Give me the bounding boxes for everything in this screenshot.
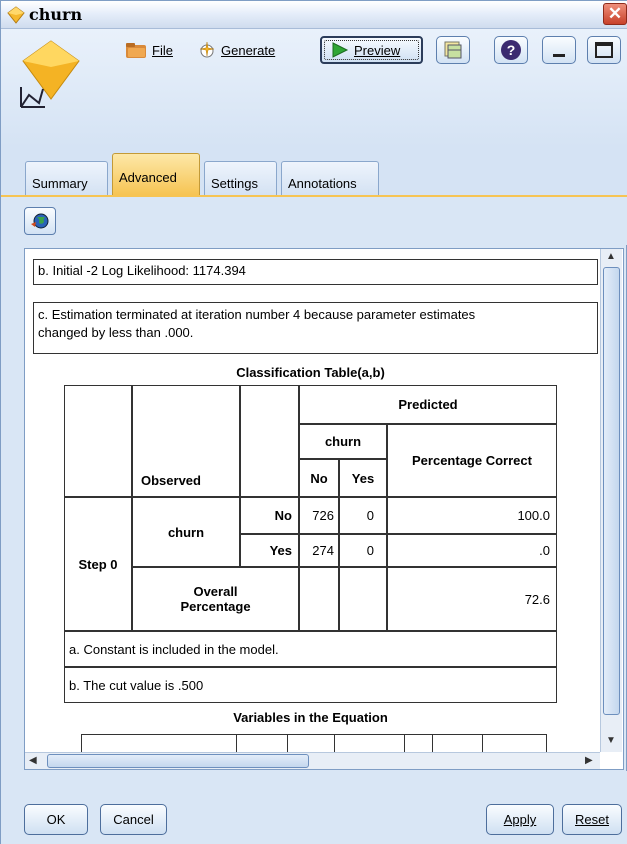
folder-icon (126, 43, 146, 58)
model-nugget-icon (20, 40, 80, 108)
note-initial-likelihood: b. Initial -2 Log Likelihood: 1174.394 (33, 259, 598, 285)
close-button[interactable]: ✕ (603, 3, 627, 25)
cell-yes-no: 274 (299, 534, 339, 567)
reset-button[interactable]: Reset (562, 804, 622, 835)
dialog-window: churn ✕ File Generate Preview ? Summary … (0, 0, 627, 844)
apply-button[interactable]: Apply (486, 804, 554, 835)
ok-button[interactable]: OK (24, 804, 88, 835)
cell-no-pct: 100.0 (387, 497, 557, 534)
help-button[interactable]: ? (494, 36, 528, 64)
note-c-line1: c. Estimation terminated at iteration nu… (38, 307, 476, 322)
sparkle-icon (199, 41, 215, 58)
copy-table-icon (444, 41, 462, 59)
maximize-icon (595, 42, 613, 58)
overall-blank-yes (339, 567, 387, 631)
tab-settings[interactable]: Settings (204, 161, 277, 195)
export-button[interactable] (436, 36, 470, 64)
cell-no-no: 726 (299, 497, 339, 534)
row-label-yes: Yes (240, 534, 299, 567)
vertical-scroll-thumb[interactable] (603, 267, 620, 715)
tab-advanced[interactable]: Advanced (112, 153, 200, 195)
preview-button[interactable]: Preview (320, 36, 423, 64)
minimize-icon (553, 53, 565, 57)
scroll-left-icon[interactable]: ◀ (29, 755, 37, 766)
note-estimation-terminated: c. Estimation terminated at iteration nu… (33, 302, 598, 354)
scroll-up-icon[interactable]: ▲ (606, 251, 616, 262)
overall-line1: Overall (193, 584, 238, 599)
panel-toolbar (1, 197, 627, 245)
globe-icon (31, 213, 49, 229)
tab-annotations[interactable]: Annotations (281, 161, 379, 195)
toolbar (1, 29, 627, 147)
horizontal-scrollbar[interactable]: ◀ ▶ (25, 752, 600, 769)
predicted-header: Predicted (299, 385, 557, 424)
focus-ring (324, 40, 419, 60)
generate-menu[interactable]: Generate (196, 39, 275, 61)
observed-header: Observed (132, 385, 240, 497)
scroll-down-icon[interactable]: ▼ (606, 735, 616, 746)
launch-browser-button[interactable] (24, 207, 56, 235)
cell-no-yes: 0 (339, 497, 387, 534)
maximize-button[interactable] (587, 36, 621, 64)
note-c-line2: changed by less than .000. (38, 325, 194, 340)
minimize-button[interactable] (542, 36, 576, 64)
tab-summary[interactable]: Summary (25, 161, 108, 195)
classification-table-title: Classification Table(a,b) (236, 365, 385, 380)
title-bar[interactable]: churn ✕ (1, 1, 627, 29)
footnote-b: b. The cut value is .500 (64, 667, 557, 703)
cell-yes-pct: .0 (387, 534, 557, 567)
footnote-a: a. Constant is included in the model. (64, 631, 557, 667)
corner-cell (64, 385, 132, 497)
row-label-no: No (240, 497, 299, 534)
scroll-right-icon[interactable]: ▶ (585, 755, 593, 766)
cancel-button[interactable]: Cancel (100, 804, 167, 835)
overall-pct: 72.6 (387, 567, 557, 631)
vertical-scrollbar[interactable]: ▲ ▼ (600, 249, 622, 752)
percentage-correct-header: Percentage Correct (387, 424, 557, 497)
variables-table-title: Variables in the Equation (233, 710, 388, 725)
yes-header: Yes (339, 459, 387, 497)
variables-table-top (81, 734, 547, 752)
horizontal-scroll-thumb[interactable] (47, 754, 309, 768)
file-menu[interactable]: File (125, 39, 173, 61)
overall-blank-no (299, 567, 339, 631)
no-header: No (299, 459, 339, 497)
diamond-node-icon (7, 6, 25, 24)
generate-menu-label: Generate (221, 42, 276, 58)
file-menu-label: File (152, 42, 173, 58)
churn-header: churn (299, 424, 387, 459)
window-title: churn (29, 5, 83, 24)
cell-yes-yes: 0 (339, 534, 387, 567)
blank-header (240, 385, 299, 497)
help-icon: ? (501, 40, 521, 60)
overall-line2: Percentage (180, 599, 251, 614)
overall-percentage-label: Overall Percentage (132, 567, 299, 631)
step-label: Step 0 (64, 497, 132, 631)
row-var-churn: churn (132, 497, 240, 567)
